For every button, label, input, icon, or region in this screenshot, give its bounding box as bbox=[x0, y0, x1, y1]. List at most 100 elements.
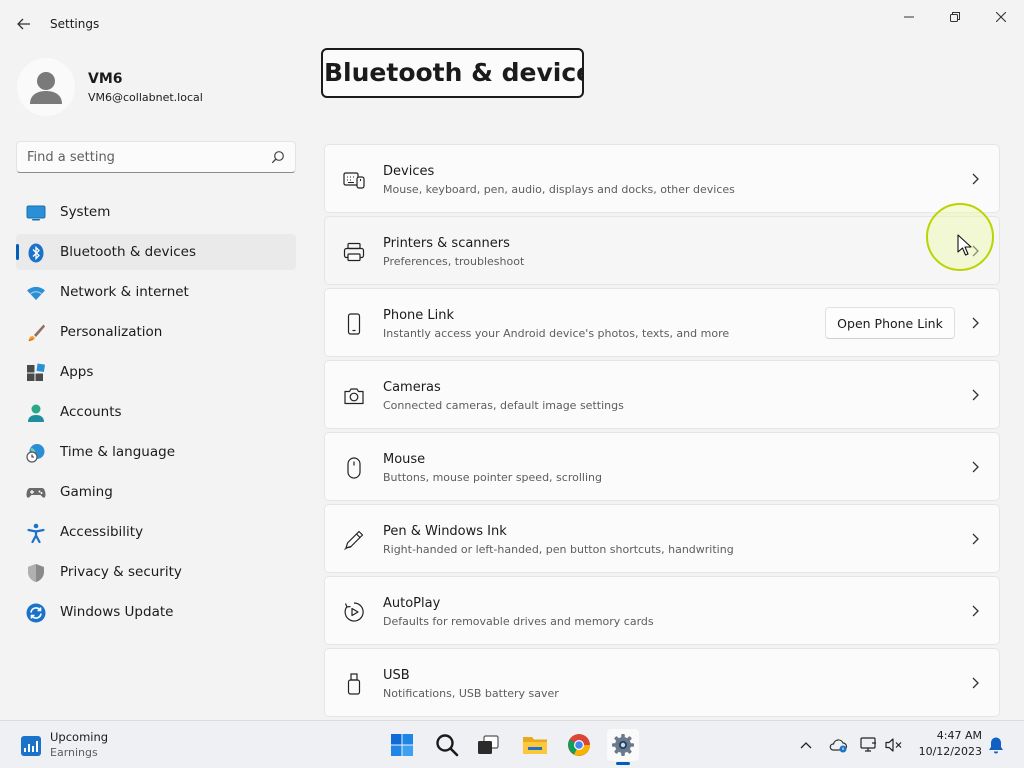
chrome-icon bbox=[568, 734, 590, 756]
sidebar-item-accounts[interactable]: Accounts bbox=[16, 394, 296, 430]
usb-icon bbox=[347, 673, 361, 695]
phone-link-card[interactable]: Phone Link Instantly access your Android… bbox=[324, 288, 1000, 357]
user-avatar-icon bbox=[30, 72, 62, 104]
chevron-right-icon bbox=[972, 173, 979, 185]
devices-icon bbox=[343, 172, 365, 189]
chevron-right-icon bbox=[972, 677, 979, 689]
clock-time: 4:47 AM bbox=[936, 729, 982, 742]
widget-subtitle: Earnings bbox=[50, 746, 98, 759]
sidebar-item-apps[interactable]: Apps bbox=[16, 354, 296, 390]
file-explorer-icon bbox=[523, 737, 547, 754]
active-app-indicator bbox=[616, 762, 630, 765]
sidebar-item-personalization[interactable]: Personalization bbox=[16, 314, 296, 350]
minimize-button[interactable] bbox=[886, 4, 932, 30]
widgets-button[interactable]: Upcoming Earnings bbox=[18, 730, 128, 762]
search-input[interactable] bbox=[17, 142, 263, 172]
close-button[interactable] bbox=[978, 4, 1024, 30]
settings-icon bbox=[612, 734, 634, 756]
accounts-icon bbox=[28, 404, 44, 422]
usb-card[interactable]: USB Notifications, USB battery saver bbox=[324, 648, 1000, 717]
notifications-button[interactable] bbox=[986, 735, 1006, 755]
page-title: Bluetooth & devices bbox=[321, 48, 584, 98]
sidebar-item-label: Privacy & security bbox=[60, 564, 182, 580]
close-icon bbox=[996, 12, 1006, 22]
onedrive-icon bbox=[829, 739, 848, 753]
sidebar-item-time-language[interactable]: Time & language bbox=[16, 434, 296, 470]
stock-chart-icon bbox=[21, 736, 41, 756]
gamepad-icon bbox=[26, 488, 46, 498]
maximize-button[interactable] bbox=[932, 4, 978, 30]
sidebar-item-label: Apps bbox=[60, 364, 94, 380]
card-title: Pen & Windows Ink bbox=[383, 524, 507, 539]
settings-taskbar-button[interactable] bbox=[607, 729, 639, 761]
apps-icon bbox=[27, 363, 45, 381]
sidebar-nav: System Bluetooth & devices Network & int… bbox=[16, 194, 296, 634]
sidebar-item-system[interactable]: System bbox=[16, 194, 296, 230]
app-title: Settings bbox=[50, 17, 100, 31]
sidebar-item-label: System bbox=[60, 204, 111, 220]
chrome-button[interactable] bbox=[563, 729, 595, 761]
back-arrow-icon bbox=[17, 18, 30, 30]
autoplay-icon bbox=[344, 602, 364, 622]
task-view-button[interactable] bbox=[472, 729, 504, 761]
sidebar-item-bluetooth[interactable]: Bluetooth & devices bbox=[16, 234, 296, 270]
restore-icon bbox=[950, 12, 960, 22]
card-title: Mouse bbox=[383, 452, 426, 467]
card-subtitle: Defaults for removable drives and memory… bbox=[383, 615, 654, 628]
onedrive-tray-button[interactable] bbox=[828, 735, 848, 755]
search-box[interactable] bbox=[16, 141, 296, 173]
pen-windows-ink-card[interactable]: Pen & Windows Ink Right-handed or left-h… bbox=[324, 504, 1000, 573]
search-icon bbox=[436, 734, 459, 757]
system-icon bbox=[26, 205, 46, 221]
mouse-icon bbox=[347, 457, 361, 479]
start-button[interactable] bbox=[386, 729, 418, 761]
globe-clock-icon bbox=[26, 444, 45, 463]
chevron-right-icon bbox=[972, 533, 979, 545]
sidebar-item-network[interactable]: Network & internet bbox=[16, 274, 296, 310]
taskbar-search-button[interactable] bbox=[431, 729, 463, 761]
bluetooth-icon bbox=[28, 243, 44, 263]
wifi-icon bbox=[27, 286, 45, 300]
camera-icon bbox=[344, 388, 364, 405]
mouse-card[interactable]: Mouse Buttons, mouse pointer speed, scro… bbox=[324, 432, 1000, 501]
card-subtitle: Instantly access your Android device's p… bbox=[383, 327, 730, 340]
card-subtitle: Connected cameras, default image setting… bbox=[383, 399, 624, 412]
back-button[interactable] bbox=[10, 10, 38, 38]
settings-list: Devices Mouse, keyboard, pen, audio, dis… bbox=[324, 144, 1000, 720]
sidebar-item-gaming[interactable]: Gaming bbox=[16, 474, 296, 510]
autoplay-card[interactable]: AutoPlay Defaults for removable drives a… bbox=[324, 576, 1000, 645]
sidebar-item-windows-update[interactable]: Windows Update bbox=[16, 594, 296, 630]
card-title: Printers & scanners bbox=[383, 236, 510, 251]
mouse-pointer-icon bbox=[957, 234, 972, 256]
user-name: VM6 bbox=[88, 71, 123, 87]
card-subtitle: Buttons, mouse pointer speed, scrolling bbox=[383, 471, 602, 484]
windows-start-icon bbox=[391, 734, 413, 756]
printers-scanners-card[interactable]: Printers & scanners Preferences, trouble… bbox=[324, 216, 1000, 285]
update-icon bbox=[26, 603, 46, 623]
sidebar-item-label: Bluetooth & devices bbox=[60, 244, 197, 260]
sidebar-item-label: Windows Update bbox=[60, 604, 174, 620]
sidebar-item-label: Gaming bbox=[60, 484, 113, 500]
sidebar-item-accessibility[interactable]: Accessibility bbox=[16, 514, 296, 550]
avatar[interactable] bbox=[17, 58, 75, 116]
clock-date: 10/12/2023 bbox=[918, 745, 982, 758]
accessibility-icon bbox=[27, 523, 45, 543]
sidebar-item-privacy-security[interactable]: Privacy & security bbox=[16, 554, 296, 590]
task-view-icon bbox=[478, 735, 499, 754]
devices-card[interactable]: Devices Mouse, keyboard, pen, audio, dis… bbox=[324, 144, 1000, 213]
show-hidden-icons-button[interactable] bbox=[796, 735, 816, 755]
file-explorer-button[interactable] bbox=[519, 729, 551, 761]
cameras-card[interactable]: Cameras Connected cameras, default image… bbox=[324, 360, 1000, 429]
widget-title: Upcoming bbox=[50, 730, 109, 744]
notification-bell-icon bbox=[989, 737, 1003, 754]
card-title: USB bbox=[383, 668, 410, 683]
open-phone-link-button[interactable]: Open Phone Link bbox=[825, 307, 955, 339]
shield-icon bbox=[28, 564, 44, 582]
title-bar: Settings bbox=[0, 0, 1024, 48]
brush-icon bbox=[28, 324, 45, 342]
search-icon[interactable] bbox=[271, 150, 285, 164]
sidebar-item-label: Accounts bbox=[60, 404, 122, 420]
taskbar: Upcoming Earnings 4:47 AM 10/12/2023 bbox=[0, 720, 1024, 768]
network-icon bbox=[860, 737, 876, 752]
network-tray-button[interactable] bbox=[859, 735, 879, 755]
